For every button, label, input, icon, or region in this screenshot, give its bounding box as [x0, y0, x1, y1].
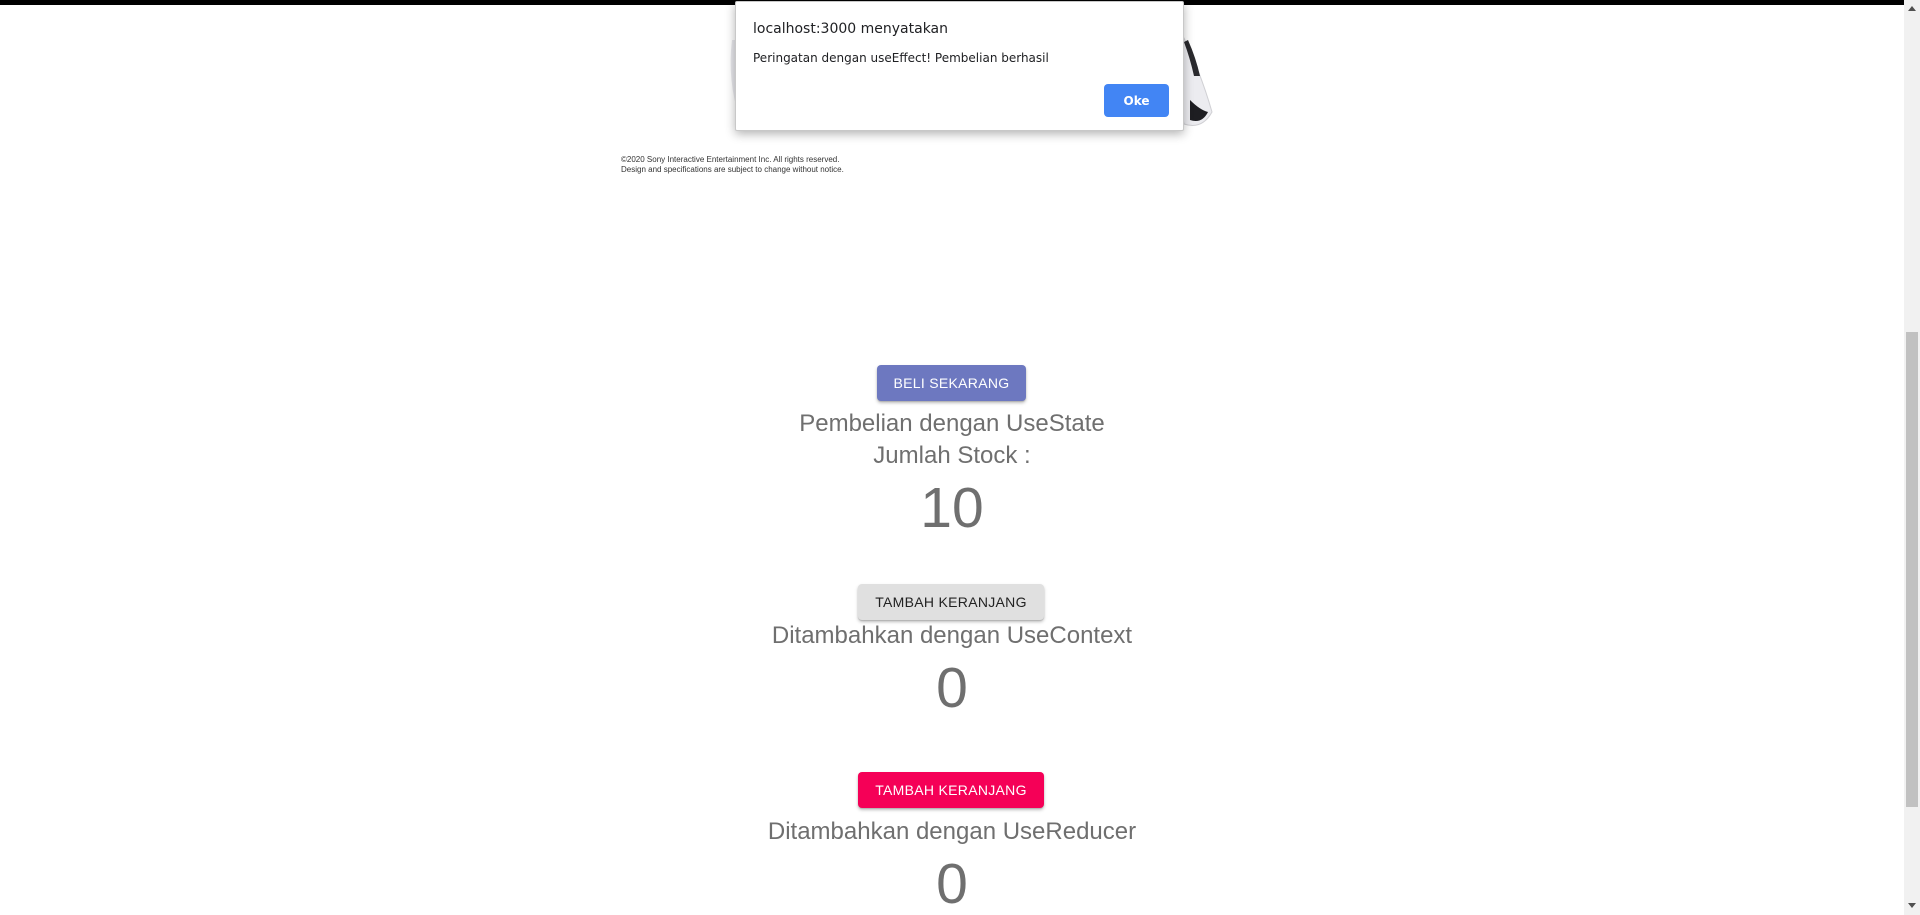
copyright-line-2: Design and specifications are subject to…	[621, 165, 844, 174]
dialog-title: localhost:3000 menyatakan	[753, 21, 949, 37]
scroll-thumb[interactable]	[1906, 332, 1918, 807]
usereducer-value: 0	[936, 852, 968, 915]
buy-now-button[interactable]: BELI SEKARANG	[877, 365, 1026, 401]
dialog-ok-button[interactable]: Oke	[1104, 84, 1169, 117]
usecontext-value: 0	[936, 656, 968, 720]
add-to-cart-context-button[interactable]: TAMBAH KERANJANG	[858, 584, 1044, 620]
add-to-cart-reducer-button[interactable]: TAMBAH KERANJANG	[858, 772, 1044, 808]
scroll-down-arrow-icon[interactable]	[1908, 903, 1916, 908]
stock-value: 10	[920, 476, 984, 540]
alert-dialog: localhost:3000 menyatakan Peringatan den…	[735, 1, 1184, 131]
usestate-title: Pembelian dengan UseState	[799, 410, 1105, 437]
copyright-line-1: ©2020 Sony Interactive Entertainment Inc…	[621, 155, 840, 164]
scroll-up-arrow-icon[interactable]	[1908, 6, 1916, 11]
usereducer-title: Ditambahkan dengan UseReducer	[767, 818, 1137, 845]
stock-label: Jumlah Stock :	[873, 442, 1031, 469]
usecontext-title: Ditambahkan dengan UseContext	[771, 622, 1133, 649]
copyright-notice: ©2020 Sony Interactive Entertainment Inc…	[621, 155, 844, 175]
vertical-scrollbar[interactable]	[1904, 0, 1920, 915]
dialog-message: Peringatan dengan useEffect! Pembelian b…	[753, 51, 1049, 65]
